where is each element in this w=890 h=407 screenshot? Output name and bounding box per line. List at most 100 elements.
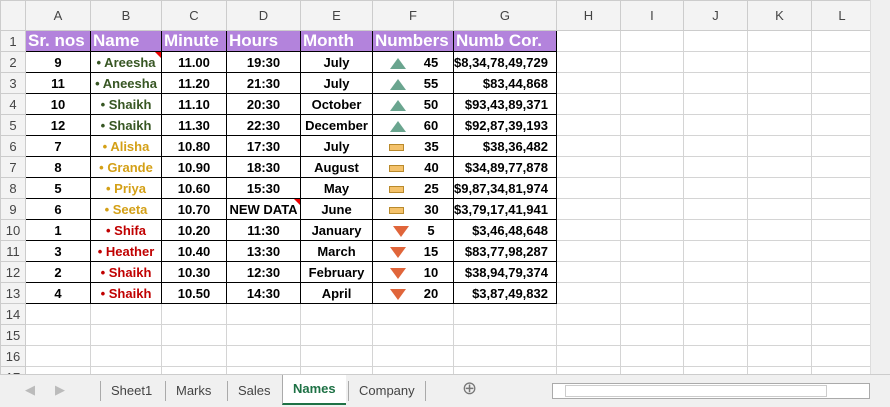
cell[interactable]: [619, 177, 684, 199]
cell[interactable]: • Shaikh: [90, 282, 162, 304]
cell[interactable]: [746, 303, 812, 325]
tab-scroll-right-icon[interactable]: ▶: [55, 382, 65, 398]
cell[interactable]: [555, 72, 621, 94]
cell[interactable]: [555, 303, 621, 325]
cell[interactable]: 12: [25, 114, 91, 136]
cell[interactable]: [682, 135, 748, 157]
cell[interactable]: • Shaikh: [90, 261, 162, 283]
horizontal-scrollbar[interactable]: [552, 383, 870, 399]
cell[interactable]: 10.70: [161, 198, 227, 220]
cell[interactable]: 6: [25, 198, 91, 220]
cell[interactable]: 30: [372, 198, 454, 220]
cell[interactable]: [682, 177, 748, 199]
cell[interactable]: 45: [372, 51, 454, 73]
cell[interactable]: [25, 345, 91, 367]
cell[interactable]: [682, 261, 748, 283]
row-header[interactable]: 12: [0, 261, 26, 283]
cell[interactable]: [746, 282, 812, 304]
cell[interactable]: [300, 345, 373, 367]
cell[interactable]: [555, 198, 621, 220]
row-header[interactable]: 10: [0, 219, 26, 241]
cell[interactable]: 10.80: [161, 135, 227, 157]
cell[interactable]: [555, 30, 621, 52]
column-header-B[interactable]: B: [90, 0, 162, 31]
cell[interactable]: [90, 324, 162, 346]
cell[interactable]: 5: [372, 219, 454, 241]
cell[interactable]: [746, 240, 812, 262]
cell[interactable]: [619, 324, 684, 346]
cell[interactable]: • Shifa: [90, 219, 162, 241]
header-cell[interactable]: Sr. nos: [25, 30, 91, 52]
cell[interactable]: [810, 135, 873, 157]
cell[interactable]: February: [300, 261, 373, 283]
tab-company[interactable]: Company: [348, 381, 426, 401]
cell[interactable]: July: [300, 72, 373, 94]
header-cell[interactable]: Minute: [161, 30, 227, 52]
column-header-K[interactable]: K: [746, 0, 812, 31]
cell[interactable]: [555, 240, 621, 262]
row-header[interactable]: 7: [0, 156, 26, 178]
cell[interactable]: [300, 303, 373, 325]
cell[interactable]: [746, 51, 812, 73]
cell[interactable]: 20:30: [226, 93, 301, 115]
cell[interactable]: [746, 177, 812, 199]
cell[interactable]: [619, 198, 684, 220]
cell[interactable]: [619, 51, 684, 73]
vertical-scrollbar[interactable]: [870, 0, 890, 374]
header-cell[interactable]: Month: [300, 30, 373, 52]
column-header-G[interactable]: G: [453, 0, 557, 31]
cell[interactable]: June: [300, 198, 373, 220]
header-cell[interactable]: Numbers: [372, 30, 454, 52]
cell[interactable]: 40: [372, 156, 454, 178]
cell[interactable]: April: [300, 282, 373, 304]
row-header[interactable]: 5: [0, 114, 26, 136]
cell[interactable]: 20: [372, 282, 454, 304]
cell[interactable]: [555, 135, 621, 157]
cell[interactable]: December: [300, 114, 373, 136]
cell[interactable]: [682, 345, 748, 367]
cell[interactable]: $38,94,79,374: [453, 261, 557, 283]
cell[interactable]: 10: [372, 261, 454, 283]
cell[interactable]: $83,44,868: [453, 72, 557, 94]
row-header[interactable]: 2: [0, 51, 26, 73]
cell[interactable]: [746, 135, 812, 157]
cell[interactable]: [555, 93, 621, 115]
tab-scroll-left-icon[interactable]: ◀: [25, 382, 35, 398]
cell[interactable]: [226, 345, 301, 367]
scroll-thumb[interactable]: [565, 385, 827, 397]
cell[interactable]: 15: [372, 240, 454, 262]
cell[interactable]: [25, 303, 91, 325]
spreadsheet-grid[interactable]: ABCDEFGHIJKL 1 Sr. nos Name Minute Hours Mont…: [0, 0, 873, 388]
cell[interactable]: [746, 324, 812, 346]
cell[interactable]: [746, 345, 812, 367]
cell[interactable]: [682, 282, 748, 304]
cell[interactable]: 10.20: [161, 219, 227, 241]
cell[interactable]: 11.10: [161, 93, 227, 115]
cell[interactable]: 7: [25, 135, 91, 157]
cell[interactable]: [682, 30, 748, 52]
cell[interactable]: 8: [25, 156, 91, 178]
cell[interactable]: 2: [25, 261, 91, 283]
cell[interactable]: • Areesha: [90, 51, 162, 73]
row-header[interactable]: 11: [0, 240, 26, 262]
cell[interactable]: [619, 72, 684, 94]
cell[interactable]: $3,87,49,832: [453, 282, 557, 304]
cell[interactable]: $34,89,77,878: [453, 156, 557, 178]
cell[interactable]: • Alisha: [90, 135, 162, 157]
cell[interactable]: • Aneesha: [90, 72, 162, 94]
cell[interactable]: [682, 156, 748, 178]
cell[interactable]: [161, 324, 227, 346]
column-header-C[interactable]: C: [161, 0, 227, 31]
cell[interactable]: $93,43,89,371: [453, 93, 557, 115]
row-header[interactable]: 14: [0, 303, 26, 325]
cell[interactable]: [453, 324, 557, 346]
cell[interactable]: [555, 114, 621, 136]
cell[interactable]: 10.40: [161, 240, 227, 262]
cell[interactable]: [453, 345, 557, 367]
cell[interactable]: [810, 93, 873, 115]
cell[interactable]: [619, 345, 684, 367]
cell[interactable]: [746, 30, 812, 52]
cell[interactable]: [90, 345, 162, 367]
cell[interactable]: [810, 324, 873, 346]
column-header-F[interactable]: F: [372, 0, 454, 31]
